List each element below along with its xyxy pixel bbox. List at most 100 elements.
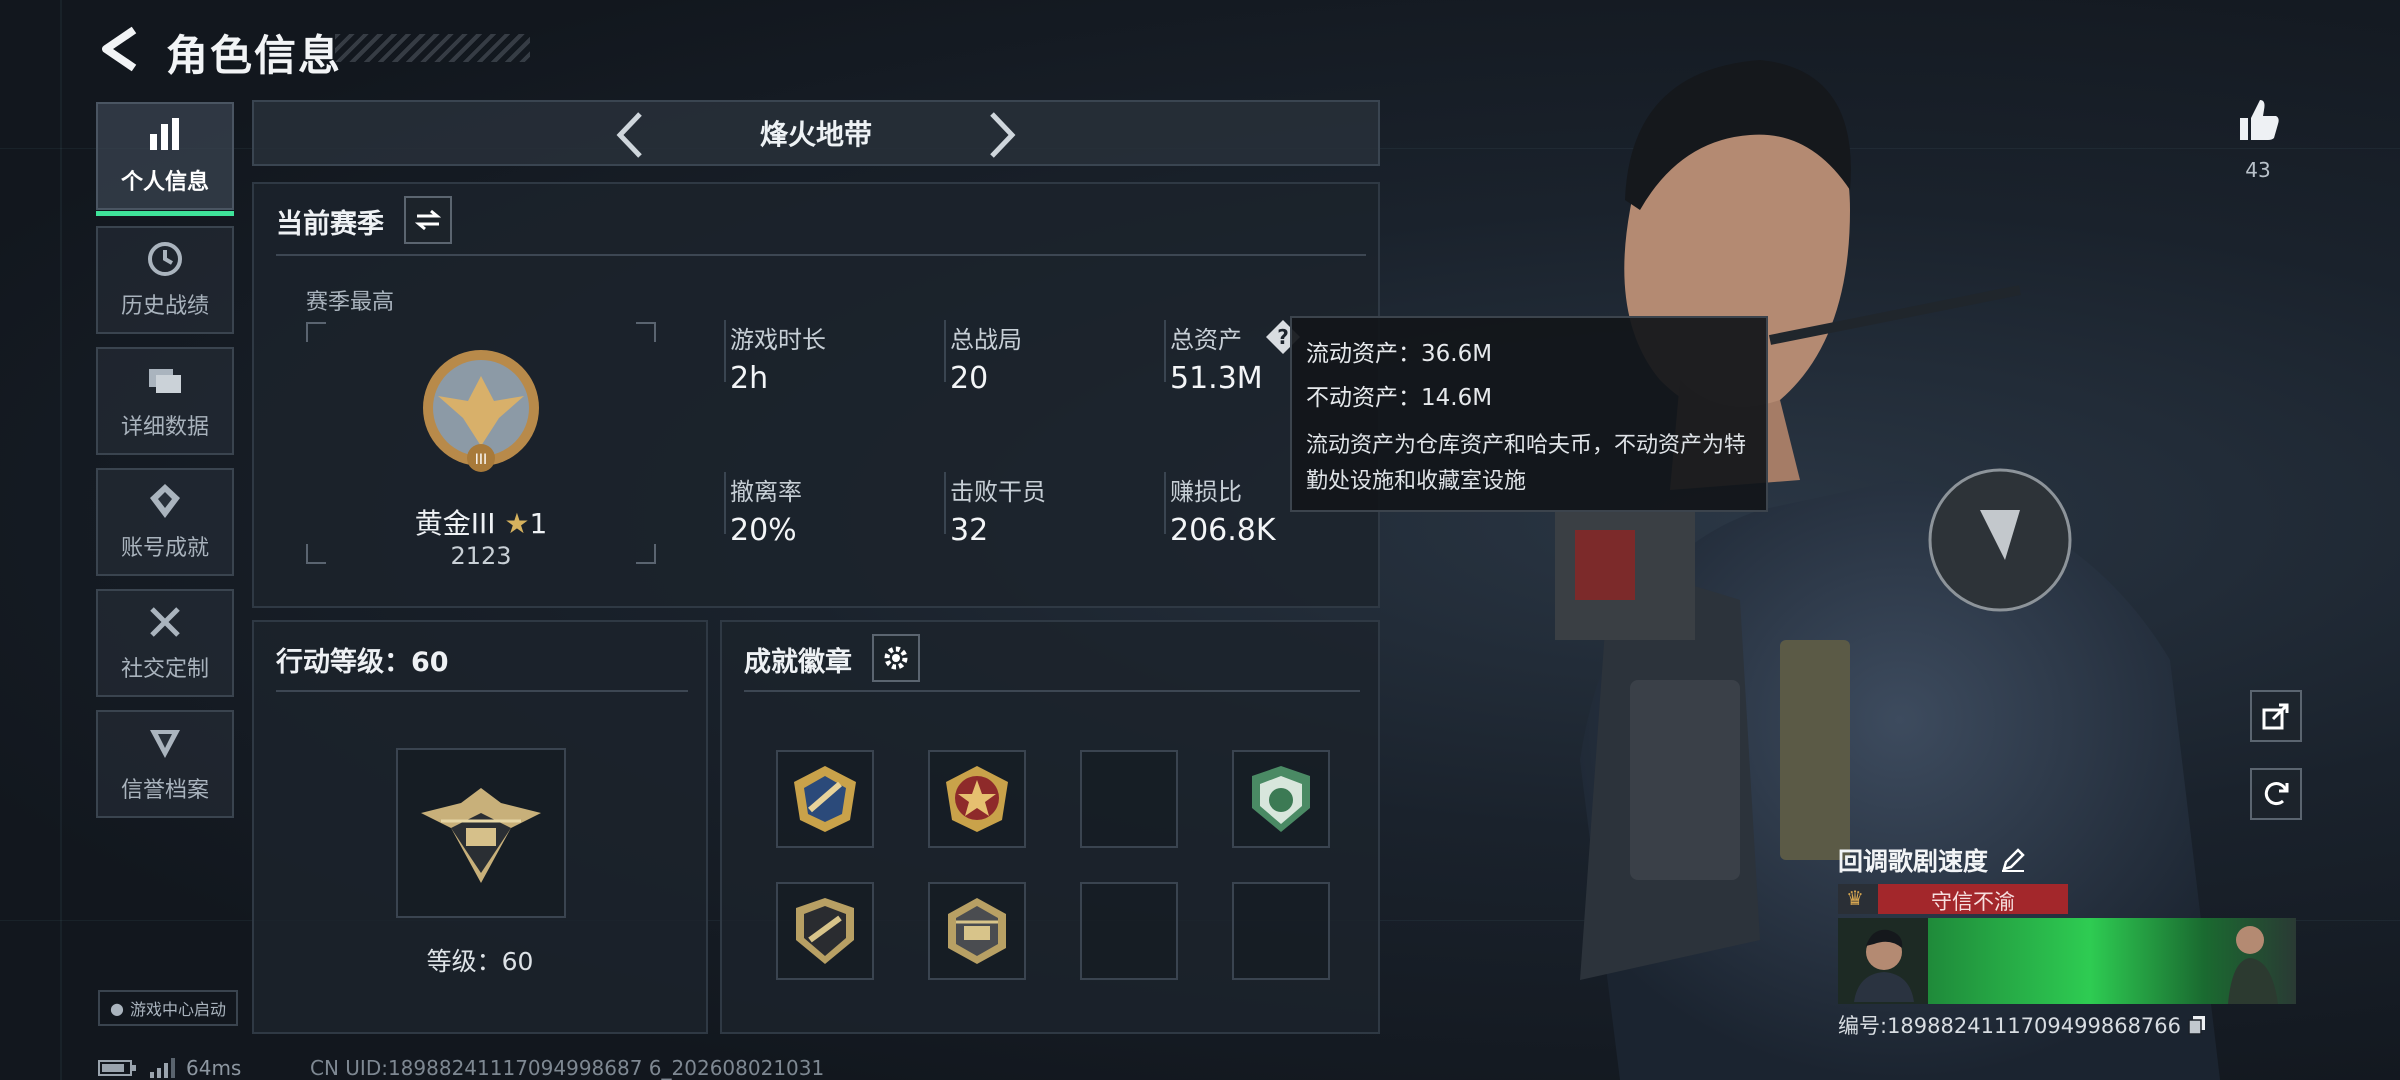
assets-tooltip: 流动资产：36.6M 不动资产：14.6M 流动资产为仓库资产和哈夫币，不动资产… bbox=[1290, 316, 1768, 512]
green-shield-badge-icon bbox=[1252, 766, 1310, 832]
svg-text:?: ? bbox=[1277, 325, 1289, 349]
achievement-badge-empty[interactable] bbox=[1232, 882, 1330, 980]
share-icon bbox=[2262, 703, 2289, 730]
player-name: 回调歌剧速度 bbox=[1838, 847, 1989, 876]
player-id: 编号:1898824111709499868766 bbox=[1838, 1014, 2182, 1038]
assets-description: 流动资产为仓库资产和哈夫币，不动资产为特勤处设施和收藏室设施 bbox=[1306, 433, 1747, 494]
status-bar: 64ms bbox=[98, 1056, 241, 1080]
achievement-badge-empty[interactable] bbox=[1080, 750, 1178, 848]
bar-chart-icon bbox=[150, 118, 179, 150]
sidebar-item-label: 账号成就 bbox=[120, 536, 209, 561]
season-panel: 当前赛季 赛季最高 III 黄金III ★1 2123 游戏时长 2h 总战局 20… bbox=[252, 182, 1380, 608]
achievement-badge-empty[interactable] bbox=[1080, 882, 1178, 980]
reputation-icon bbox=[150, 730, 180, 758]
frame-corner bbox=[636, 322, 656, 342]
stat-profit-loss-ratio: 赚损比 206.8K bbox=[1164, 472, 1276, 548]
sidebar-item-label: 信誉档案 bbox=[120, 778, 209, 803]
refresh-button[interactable] bbox=[2250, 768, 2302, 820]
banner-operator-figure bbox=[2228, 926, 2278, 1004]
achievement-badge[interactable] bbox=[776, 750, 874, 848]
star-icon: ★ bbox=[504, 507, 530, 540]
player-banner bbox=[1838, 918, 2296, 1004]
gold-rank-emblem-icon: III bbox=[423, 350, 539, 472]
edit-name-icon[interactable] bbox=[2000, 847, 2026, 873]
history-icon bbox=[148, 242, 182, 276]
copy-icon[interactable] bbox=[2187, 1014, 2207, 1036]
helicopter-emblem-icon bbox=[421, 788, 541, 883]
rank-score: 2123 bbox=[450, 542, 512, 570]
season-title: 当前赛季 bbox=[276, 209, 384, 240]
mode-label: 烽火地带 bbox=[759, 118, 872, 151]
stat-play-time: 游戏时长 2h bbox=[724, 320, 826, 396]
like-count: 43 bbox=[2245, 158, 2271, 182]
tools-icon bbox=[150, 607, 180, 637]
season-best-label: 赛季最高 bbox=[306, 290, 395, 315]
achievement-settings-button[interactable] bbox=[872, 634, 920, 682]
level-emblem-frame bbox=[396, 748, 566, 918]
achievement-icon bbox=[150, 484, 180, 518]
achievement-panel: 成就徽章 bbox=[720, 620, 1380, 1034]
game-center-launch-button[interactable]: ● 游戏中心启动 bbox=[98, 990, 238, 1026]
fixed-assets: 不动资产：14.6M bbox=[1306, 385, 1493, 411]
rank-line: 黄金III ★1 bbox=[306, 502, 656, 542]
swap-icon bbox=[415, 209, 441, 231]
frame-corner bbox=[306, 322, 326, 342]
title-badge-icon: ♛ bbox=[1846, 886, 1864, 910]
battery-icon bbox=[98, 1060, 136, 1076]
stat-total-matches: 总战局 20 bbox=[944, 320, 1022, 396]
achievement-title: 成就徽章 bbox=[744, 647, 852, 678]
gear-icon bbox=[884, 646, 908, 670]
level-text: 等级：60 bbox=[426, 947, 534, 976]
rocket-badge-icon bbox=[794, 766, 856, 832]
divider bbox=[276, 254, 1366, 256]
gun-badge-icon bbox=[796, 898, 854, 964]
refresh-icon bbox=[2264, 782, 2289, 806]
prev-mode-arrow-icon[interactable] bbox=[612, 110, 648, 160]
title-badge: ♛ 守信不渝 bbox=[1838, 884, 2298, 914]
rank-stars: 1 bbox=[529, 507, 548, 540]
like-icon[interactable] bbox=[2234, 96, 2282, 144]
achievement-badge[interactable] bbox=[928, 750, 1026, 848]
liquid-assets: 流动资产：36.6M bbox=[1306, 341, 1493, 367]
back-arrow-icon[interactable] bbox=[96, 24, 146, 74]
stat-total-assets: 总资产 51.3M bbox=[1164, 320, 1263, 396]
action-level-title: 行动等级：60 bbox=[276, 647, 449, 678]
grid-line bbox=[60, 0, 62, 1080]
sidebar-item-label: 社交定制 bbox=[120, 657, 209, 682]
sidebar-item-detailed-data[interactable]: 详细数据 bbox=[96, 347, 234, 455]
stat-operators-defeated: 击败干员 32 bbox=[944, 472, 1046, 548]
ping-value: 64ms bbox=[186, 1056, 242, 1080]
helicopter-badge-icon bbox=[948, 898, 1006, 964]
achievement-badge[interactable] bbox=[776, 882, 874, 980]
sidebar-item-history[interactable]: 历史战绩 bbox=[96, 226, 234, 334]
achievement-badge[interactable] bbox=[1232, 750, 1330, 848]
achievement-badge[interactable] bbox=[928, 882, 1026, 980]
folder-icon bbox=[149, 369, 181, 393]
player-card: 回调歌剧速度 ♛ 守信不渝 编号:1898824111709499868766 bbox=[1838, 840, 2298, 1038]
share-button[interactable] bbox=[2250, 690, 2302, 742]
footer-uid: CN UID:18988241117094998687 6_2026080210… bbox=[310, 1056, 825, 1080]
sidebar-item-social[interactable]: 社交定制 bbox=[96, 589, 234, 697]
signal-icon bbox=[150, 1058, 175, 1078]
sidebar-item-reputation[interactable]: 信誉档案 bbox=[96, 710, 234, 818]
sidebar-item-label: 详细数据 bbox=[120, 415, 209, 440]
divider bbox=[276, 690, 688, 692]
stat-extraction-rate: 撤离率 20% bbox=[724, 472, 802, 548]
star-badge-icon bbox=[946, 766, 1008, 832]
svg-text:III: III bbox=[475, 452, 487, 468]
avatar bbox=[1854, 929, 1914, 1002]
sidebar-item-label: 历史战绩 bbox=[120, 294, 209, 319]
season-switch-button[interactable] bbox=[404, 196, 452, 244]
mode-selector: 烽火地带 bbox=[252, 100, 1380, 166]
sidebar-item-label: 个人信息 bbox=[120, 170, 209, 195]
sidebar-item-achievements[interactable]: 账号成就 bbox=[96, 468, 234, 576]
launcher-label: 游戏中心启动 bbox=[129, 1000, 226, 1019]
action-level-panel: 行动等级：60 等级：60 bbox=[252, 620, 708, 1034]
next-mode-arrow-icon[interactable] bbox=[984, 110, 1020, 160]
title-decoration bbox=[335, 34, 530, 62]
rank-name: 黄金III bbox=[414, 507, 496, 540]
title-badge-text: 守信不渝 bbox=[1931, 890, 2015, 914]
qq-icon: ● bbox=[110, 998, 124, 1018]
sidebar-item-personal-info[interactable]: 个人信息 bbox=[96, 102, 234, 216]
page-title: 角色信息 bbox=[166, 31, 343, 80]
